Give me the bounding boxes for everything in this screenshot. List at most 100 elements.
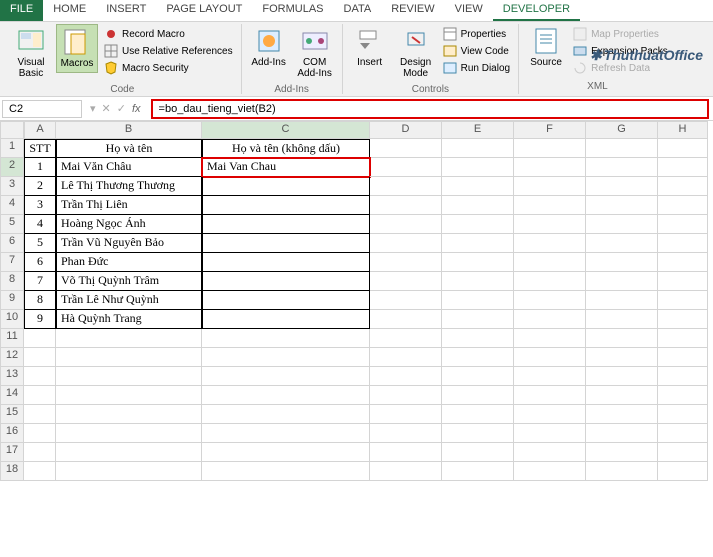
cell[interactable] [202,196,370,215]
cell[interactable] [658,253,708,272]
cell[interactable] [370,234,442,253]
cell[interactable] [370,367,442,386]
cell[interactable] [24,348,56,367]
cell[interactable] [658,424,708,443]
cell[interactable] [658,215,708,234]
cell[interactable] [56,348,202,367]
col-header-F[interactable]: F [514,121,586,139]
col-header-H[interactable]: H [658,121,708,139]
cell[interactable]: Võ Thị Quỳnh Trâm [56,272,202,291]
source-button[interactable]: Source [525,24,567,71]
cell[interactable]: Trần Vũ Nguyên Bảo [56,234,202,253]
cell[interactable] [202,367,370,386]
cell[interactable] [370,424,442,443]
cell[interactable] [514,196,586,215]
cell[interactable] [586,462,658,481]
cell[interactable] [514,310,586,329]
addins-button[interactable]: Add-Ins [248,24,290,71]
cell[interactable] [514,158,586,177]
cell[interactable]: 5 [24,234,56,253]
tab-file[interactable]: FILE [0,0,43,21]
row-header[interactable]: 5 [0,215,24,234]
cell[interactable] [370,462,442,481]
cell[interactable] [658,177,708,196]
cell[interactable] [586,215,658,234]
cell[interactable] [370,196,442,215]
fx-icon[interactable]: fx [132,103,141,115]
row-header[interactable]: 6 [0,234,24,253]
cell[interactable] [658,234,708,253]
cell[interactable] [514,234,586,253]
cell[interactable]: Họ và tên [56,139,202,158]
row-header[interactable]: 13 [0,367,24,386]
cell[interactable] [370,329,442,348]
cell[interactable]: 8 [24,291,56,310]
cell[interactable] [658,462,708,481]
cell[interactable] [514,348,586,367]
cell[interactable]: 7 [24,272,56,291]
cell[interactable] [370,139,442,158]
cell[interactable] [586,196,658,215]
cell[interactable] [56,405,202,424]
cell[interactable] [202,310,370,329]
cell[interactable] [370,348,442,367]
cell[interactable] [56,443,202,462]
cell[interactable] [586,291,658,310]
row-header[interactable]: 18 [0,462,24,481]
spreadsheet-grid[interactable]: ABCDEFGH 1STTHọ và tênHọ và tên (không d… [0,121,713,481]
com-addins-button[interactable]: COM Add-Ins [294,24,336,82]
cell[interactable] [202,348,370,367]
tab-review[interactable]: REVIEW [381,0,444,21]
cell[interactable] [586,424,658,443]
cell[interactable] [658,272,708,291]
row-header[interactable]: 4 [0,196,24,215]
row-header[interactable]: 17 [0,443,24,462]
properties-button[interactable]: Properties [441,26,512,42]
cell[interactable]: Họ và tên (không dấu) [202,139,370,158]
cell[interactable] [442,462,514,481]
cell[interactable]: Mai Van Chau [202,158,370,177]
cell[interactable] [370,158,442,177]
cell[interactable]: 1 [24,158,56,177]
row-header[interactable]: 8 [0,272,24,291]
cell[interactable] [658,443,708,462]
cell[interactable] [658,158,708,177]
cell[interactable]: 3 [24,196,56,215]
cell[interactable]: Phan Đức [56,253,202,272]
cell[interactable] [202,272,370,291]
cell[interactable] [24,386,56,405]
cell[interactable] [202,386,370,405]
row-header[interactable]: 15 [0,405,24,424]
tab-formulas[interactable]: FORMULAS [252,0,333,21]
row-header[interactable]: 16 [0,424,24,443]
cell[interactable] [202,405,370,424]
cell[interactable] [514,386,586,405]
cell[interactable] [442,139,514,158]
cell[interactable] [442,272,514,291]
tab-view[interactable]: VIEW [445,0,493,21]
tab-developer[interactable]: DEVELOPER [493,0,580,21]
record-macro-button[interactable]: Record Macro [102,26,235,42]
cell[interactable] [442,158,514,177]
use-relative-refs-button[interactable]: Use Relative References [102,43,235,59]
cell[interactable] [586,329,658,348]
cell[interactable] [442,310,514,329]
cell[interactable] [56,329,202,348]
cell[interactable] [658,196,708,215]
row-header[interactable]: 12 [0,348,24,367]
cell[interactable] [442,424,514,443]
cell[interactable] [442,253,514,272]
cell[interactable] [514,462,586,481]
visual-basic-button[interactable]: Visual Basic [10,24,52,82]
cell[interactable] [658,386,708,405]
run-dialog-button[interactable]: Run Dialog [441,60,512,76]
cell[interactable] [56,462,202,481]
cell[interactable] [442,348,514,367]
col-header-E[interactable]: E [442,121,514,139]
cell[interactable] [514,215,586,234]
cell[interactable] [24,424,56,443]
cell[interactable] [56,424,202,443]
cell[interactable] [202,329,370,348]
cell[interactable] [442,443,514,462]
cell[interactable] [442,329,514,348]
